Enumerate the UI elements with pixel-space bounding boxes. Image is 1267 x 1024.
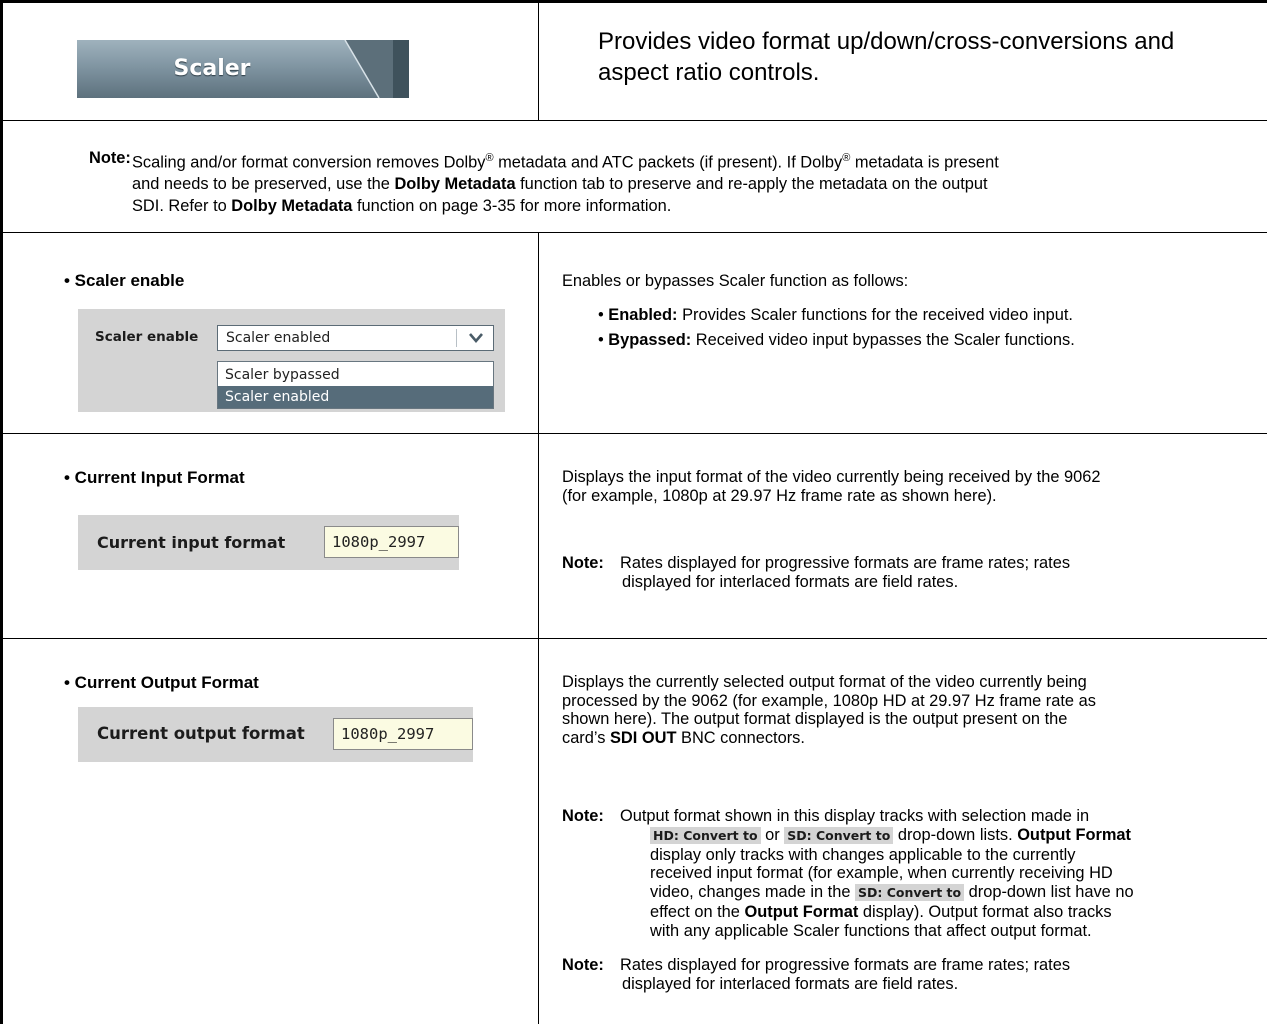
dropdown-option-scaler-enabled[interactable]: Scaler enabled [218,386,493,408]
note-label: Note: [89,149,131,167]
tab-label: Scaler [173,56,251,81]
scaler-enable-title: • Scaler enable [64,271,185,290]
row-divider [0,638,1267,639]
note-label: Note: [562,807,604,825]
dropdown-option-scaler-bypassed[interactable]: Scaler bypassed [218,364,493,386]
scaler-enable-dropdown-list: Scaler bypassed Scaler enabled [217,361,494,409]
scaler-enable-select[interactable]: Scaler enabled [217,325,494,351]
note-label: Note: [562,554,604,572]
list-item: • Enabled: Provides Scaler functions for… [598,306,1073,324]
scaler-enable-panel: Scaler enable Scaler enabled Scaler bypa… [78,309,505,412]
list-item: • Bypassed: Received video input bypasse… [598,331,1075,349]
scaler-tab: Scaler [77,40,409,98]
column-divider [538,232,539,1024]
input-format-label: Current input format [97,533,286,552]
output-format-label: Current output format [97,724,305,743]
note-label: Note: [562,956,604,974]
scaler-enable-description: Enables or bypasses Scaler function as f… [562,272,909,290]
note-line: and needs to be preserved, use the Dolby… [132,175,988,194]
chevron-down-icon[interactable] [468,331,484,345]
output-format-description: Displays the currently selected output f… [562,673,1096,747]
row-divider [0,232,1267,233]
select-value: Scaler enabled [226,330,331,346]
input-format-title: • Current Input Format [64,468,245,487]
column-divider [538,3,539,120]
input-format-field: 1080p_2997 [324,526,459,558]
note-line: SDI. Refer to Dolby Metadata function on… [132,197,672,216]
hd-convert-to-chip: HD: Convert to [650,826,761,844]
output-format-field: 1080p_2997 [333,718,473,750]
sd-convert-to-chip: SD: Convert to [784,826,894,844]
row-divider [0,433,1267,434]
input-format-description: Displays the input format of the video c… [562,468,1101,505]
sd-convert-to-chip: SD: Convert to [855,884,965,902]
output-format-panel: Current output format 1080p_2997 [78,707,473,762]
select-divider [456,329,457,347]
header-description: Provides video format up/down/cross-conv… [598,28,1175,86]
row-divider [0,120,1267,121]
output-format-title: • Current Output Format [64,673,259,692]
note-line: Scaling and/or format conversion removes… [132,152,999,172]
scaler-enable-label: Scaler enable [95,329,199,345]
input-format-panel: Current input format 1080p_2997 [78,515,459,570]
